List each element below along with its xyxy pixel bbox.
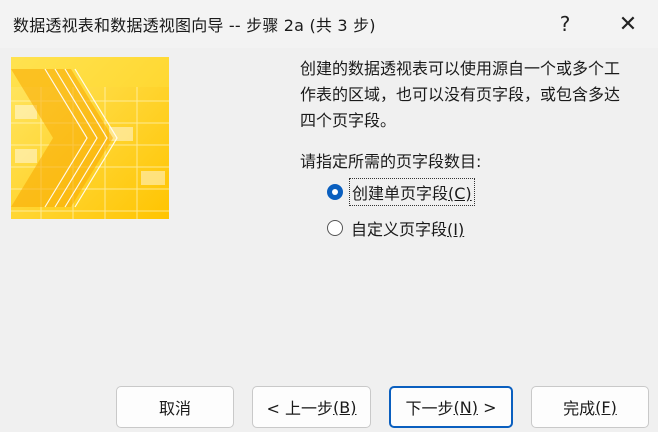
custom-page-field-label: 自定义页字段(I) — [351, 220, 465, 239]
title-bar: 数据透视表和数据透视图向导 -- 步骤 2a (共 3 步) ? ✕ — [0, 0, 658, 48]
single-page-field-option[interactable]: 创建单页字段(C) — [327, 178, 475, 206]
cancel-button[interactable]: 取消 — [116, 386, 234, 428]
help-icon: ? — [559, 12, 571, 36]
description-line: 创建的数据透视表可以使用源自一个或多个工 — [300, 59, 621, 78]
wizard-description: 创建的数据透视表可以使用源自一个或多个工 作表的区域，也可以没有页字段，或包含多… — [300, 56, 650, 134]
single-page-field-label: 创建单页字段(C) — [349, 178, 475, 206]
page-field-prompt: 请指定所需的页字段数目: — [300, 152, 482, 171]
pivot-table-illustration-icon — [11, 57, 169, 219]
wizard-illustration — [11, 57, 169, 219]
next-button[interactable]: 下一步 (N) > — [389, 386, 513, 428]
close-button[interactable]: ✕ — [604, 4, 652, 44]
radio-unselected-icon[interactable] — [327, 220, 343, 236]
custom-page-field-option[interactable]: 自定义页字段(I) — [327, 216, 464, 240]
help-button[interactable]: ? — [541, 4, 589, 44]
radio-selected-icon[interactable] — [327, 184, 343, 200]
description-line: 作表的区域，也可以没有页字段，或包含多达 — [300, 85, 621, 104]
description-line: 四个页字段。 — [300, 111, 397, 130]
back-button[interactable]: < 上一步 (B) — [252, 386, 371, 428]
close-icon: ✕ — [618, 11, 638, 37]
window-title: 数据透视表和数据透视图向导 -- 步骤 2a (共 3 步) — [13, 16, 376, 35]
finish-button[interactable]: 完成 (F) — [531, 386, 649, 428]
